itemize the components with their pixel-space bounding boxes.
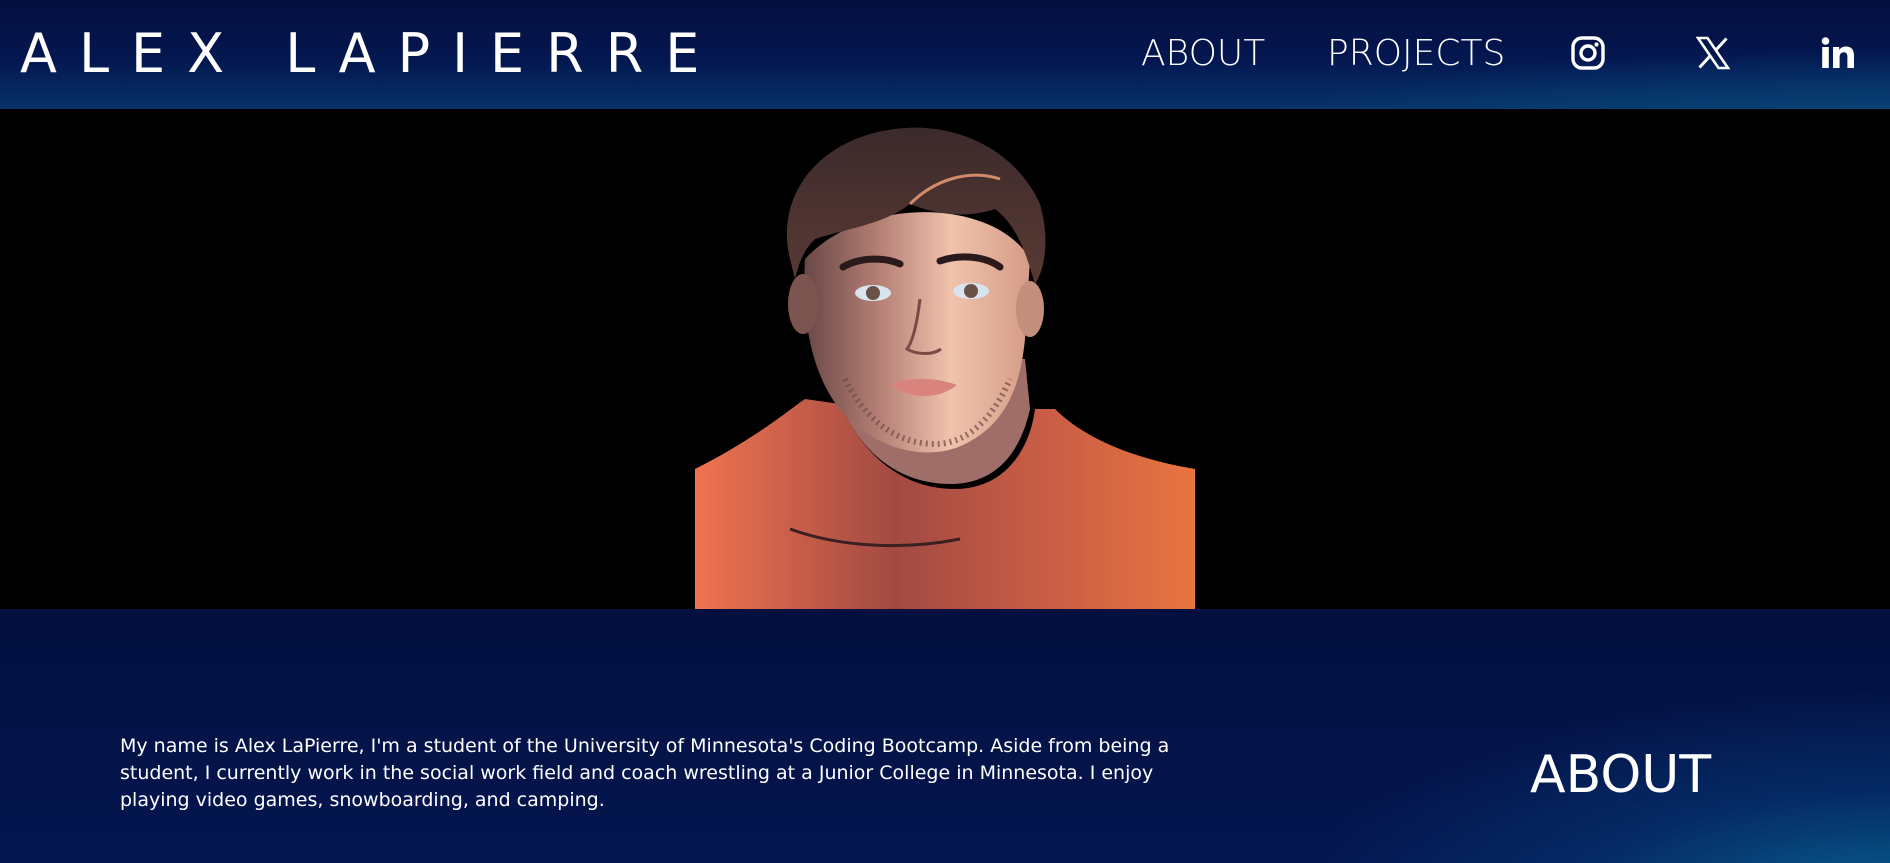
nav-link-projects[interactable]: PROJECTS	[1327, 32, 1505, 76]
site-brand[interactable]: ALEX LAPIERRE	[20, 22, 721, 86]
portrait-illustration	[695, 109, 1195, 609]
hero-banner	[0, 109, 1890, 609]
linkedin-link[interactable]	[1818, 33, 1858, 73]
x-twitter-icon	[1696, 36, 1730, 70]
about-section: My name is Alex LaPierre, I'm a student …	[0, 609, 1890, 863]
about-description: My name is Alex LaPierre, I'm a student …	[120, 735, 1170, 811]
about-heading: ABOUT	[1530, 745, 1712, 805]
instagram-icon	[1571, 36, 1605, 70]
site-header: ALEX LAPIERRE ABOUT PROJECTS	[0, 0, 1890, 109]
x-twitter-link[interactable]	[1693, 33, 1733, 73]
nav-link-about[interactable]: ABOUT	[1141, 32, 1265, 76]
instagram-link[interactable]	[1568, 33, 1608, 73]
linkedin-icon	[1821, 37, 1854, 68]
